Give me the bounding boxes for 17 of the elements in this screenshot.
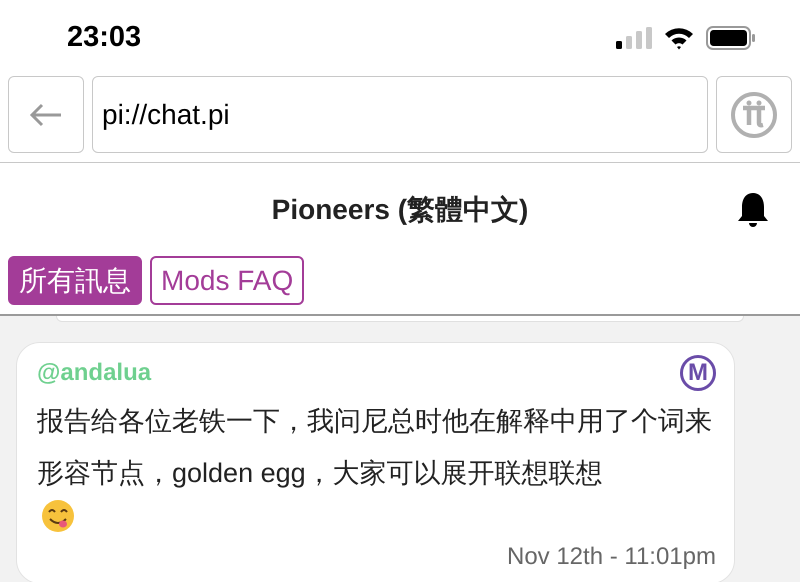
tab[interactable]: Mods FAQ (150, 256, 304, 305)
tab[interactable]: 所有訊息 (8, 256, 142, 305)
chat-title: Pioneers (繁體中文) (272, 192, 528, 227)
back-button[interactable] (8, 76, 84, 153)
pi-button[interactable] (716, 76, 792, 153)
wifi-icon (664, 26, 694, 50)
bell-icon[interactable] (736, 190, 770, 228)
back-arrow-icon (29, 102, 63, 126)
battery-icon (706, 26, 756, 50)
status-time: 23:03 (67, 20, 142, 56)
pi-logo-icon (730, 90, 778, 138)
signal-icon (616, 27, 652, 49)
emoji-icon (41, 499, 75, 533)
moderator-badge: M (680, 355, 716, 391)
address-field[interactable]: pi://chat.pi (92, 76, 708, 153)
message-time: Nov 12th - 11:01pm (506, 542, 716, 572)
message-text: 报告给各位老铁一下，我问尼总时他在解释中用了个词来形容节点，golden egg，大家可以展开联想联想 (37, 405, 713, 490)
